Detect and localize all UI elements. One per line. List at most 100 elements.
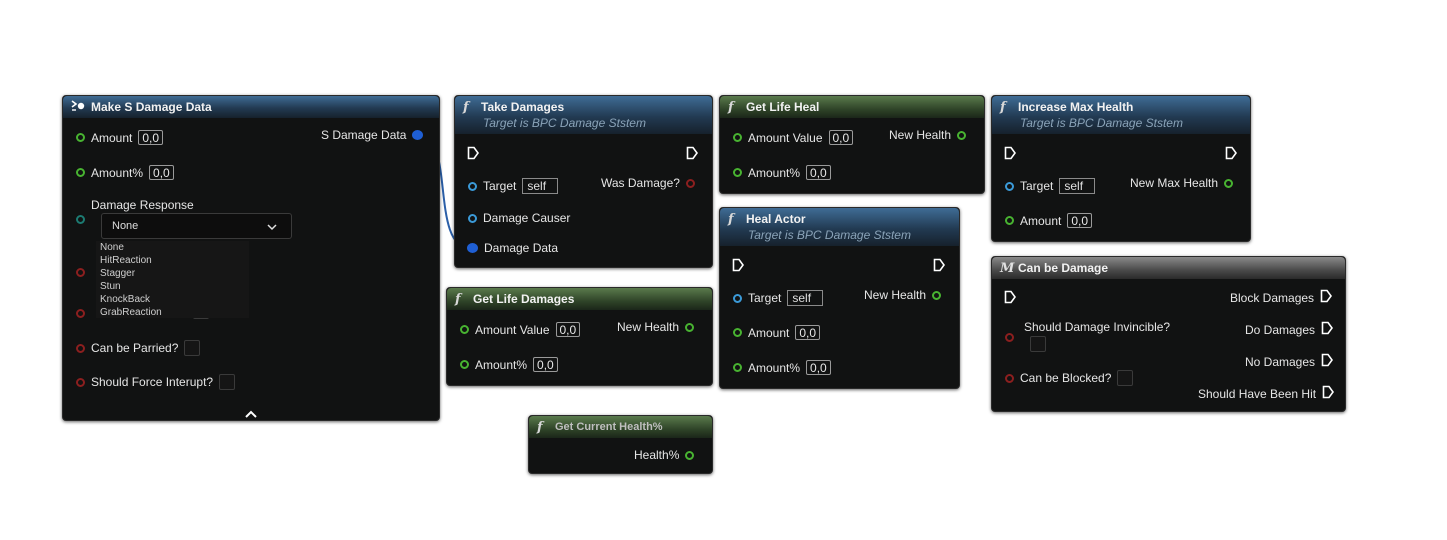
target-field[interactable]: self: [1059, 178, 1096, 194]
dropdown-option[interactable]: None: [96, 241, 249, 254]
pin-label: Amount Value: [475, 322, 550, 337]
enum-pin[interactable]: [76, 215, 85, 224]
pin-label: Should Have Been Hit: [1198, 386, 1317, 401]
function-icon: f: [537, 419, 543, 435]
bool-pin[interactable]: [685, 178, 695, 188]
function-icon: f: [1000, 99, 1006, 115]
bool-pin[interactable]: [1005, 373, 1014, 383]
exec-out-pin[interactable]: [1321, 321, 1334, 338]
pin-label: Amount Value: [748, 130, 823, 145]
float-pin[interactable]: [733, 168, 742, 177]
object-pin[interactable]: [468, 213, 477, 223]
bool-pin[interactable]: [76, 268, 85, 277]
exec-out-pin[interactable]: [933, 258, 945, 277]
amount-field[interactable]: 0,0: [1067, 213, 1093, 228]
float-pin[interactable]: [1005, 216, 1014, 225]
amount-value-field[interactable]: 0,0: [555, 322, 581, 337]
pin-label: Target: [748, 291, 782, 305]
object-pin[interactable]: [733, 293, 742, 303]
pin-label: Amount%: [475, 357, 528, 372]
pin-label: Block Damages: [1230, 290, 1315, 305]
pin-row-should-force-interupt: Should Force Interupt?: [76, 374, 236, 390]
exec-out-pin[interactable]: [1322, 385, 1335, 402]
float-pin[interactable]: [76, 133, 85, 142]
amount-pct-field[interactable]: 0,0: [806, 165, 831, 180]
object-pin[interactable]: [468, 181, 477, 191]
pin-row-new-health: New Health: [864, 288, 942, 302]
float-pin[interactable]: [932, 290, 942, 300]
pin-row-damage-causer: Damage Causer: [468, 211, 570, 225]
node-get-current-health[interactable]: f Get Current Health%: [528, 415, 713, 474]
dropdown-option[interactable]: Stagger: [96, 267, 249, 280]
pin-row-can-be-blocked: Can be Blocked?: [1005, 370, 1134, 386]
pin-label: Damage Data: [484, 241, 559, 255]
float-pin[interactable]: [733, 328, 742, 337]
node-title: Get Life Damages: [473, 292, 575, 306]
float-pin[interactable]: [685, 450, 695, 460]
dropdown-option[interactable]: KnockBack: [96, 293, 249, 306]
pin-row-new-health: New Health: [617, 320, 695, 334]
float-pin[interactable]: [957, 130, 967, 140]
float-pin[interactable]: [460, 325, 469, 334]
collapse-chevron-up-icon[interactable]: [245, 405, 257, 423]
bool-pin[interactable]: [76, 377, 85, 387]
struct-pin[interactable]: [412, 130, 424, 140]
amount-pct-field[interactable]: 0,0: [806, 360, 831, 375]
amount-field[interactable]: 0,0: [795, 325, 821, 340]
bool-pin[interactable]: [76, 343, 85, 353]
node-title: Can be Damage: [1018, 261, 1109, 275]
exec-out-pin[interactable]: [686, 146, 698, 165]
amount-field[interactable]: 0,0: [138, 130, 164, 145]
can-be-blocked-checkbox[interactable]: [1117, 370, 1134, 386]
exec-in-pin[interactable]: [1004, 290, 1016, 309]
float-pin[interactable]: [76, 168, 85, 177]
pin-row-amount-pct: Amount% 0,0: [460, 357, 558, 372]
pin-row-was-damage: Was Damage?: [601, 176, 695, 190]
pin-label: Amount: [748, 325, 790, 340]
float-pin[interactable]: [733, 363, 742, 372]
pin-row-amount: Amount 0,0: [733, 325, 821, 340]
exec-in-pin[interactable]: [467, 146, 479, 165]
bool-pin[interactable]: [76, 309, 85, 318]
float-pin[interactable]: [733, 133, 742, 142]
dropdown-option[interactable]: GrabReaction: [96, 306, 249, 319]
struct-pin[interactable]: [467, 243, 478, 253]
dropdown-option[interactable]: HitReaction: [96, 254, 249, 267]
node-title: Make S Damage Data: [91, 100, 212, 114]
exec-out-pin[interactable]: [1225, 146, 1237, 165]
exec-out-pin[interactable]: [1321, 353, 1334, 370]
node-title: Increase Max Health: [1018, 100, 1134, 114]
pin-label: S Damage Data: [321, 128, 407, 142]
pin-row-amount: Amount 0,0: [1005, 213, 1093, 228]
pin-row-new-health: New Health: [889, 128, 967, 142]
target-field[interactable]: self: [522, 178, 559, 194]
float-pin[interactable]: [1224, 178, 1234, 188]
bool-pin[interactable]: [1005, 333, 1014, 342]
function-icon: f: [463, 99, 469, 115]
float-pin[interactable]: [460, 360, 469, 369]
exec-in-pin[interactable]: [1004, 146, 1016, 165]
object-pin[interactable]: [1005, 181, 1014, 191]
amount-value-field[interactable]: 0,0: [828, 130, 854, 145]
pin-label: New Health: [617, 320, 680, 334]
damage-response-dropdown[interactable]: None: [101, 213, 292, 239]
should-force-interupt-checkbox[interactable]: [219, 374, 236, 390]
pin-row-s-damage-data-out: S Damage Data: [321, 128, 424, 142]
pin-row-amount: Amount 0,0: [76, 130, 164, 145]
exec-in-pin[interactable]: [732, 258, 744, 277]
pin-row-can-be-parried: Can be Parried?: [76, 340, 201, 356]
can-be-parried-checkbox[interactable]: [184, 340, 201, 356]
node-title: Get Current Health%: [555, 421, 663, 433]
pin-label: Amount: [91, 130, 133, 145]
amount-pct-field[interactable]: 0,0: [149, 165, 174, 180]
float-pin[interactable]: [685, 322, 695, 332]
pin-label: Amount: [1020, 213, 1062, 228]
should-damage-invincible-checkbox[interactable]: [1030, 336, 1046, 352]
pin-row-amount-pct: Amount% 0,0: [733, 165, 831, 180]
amount-pct-field[interactable]: 0,0: [533, 357, 558, 372]
dropdown-option[interactable]: Stun: [96, 280, 249, 293]
target-field[interactable]: self: [787, 290, 824, 306]
pin-row-target: Target self: [733, 290, 824, 306]
node-subtitle: Target is BPC Damage Ststem: [1020, 116, 1183, 130]
exec-out-pin[interactable]: [1320, 289, 1333, 306]
